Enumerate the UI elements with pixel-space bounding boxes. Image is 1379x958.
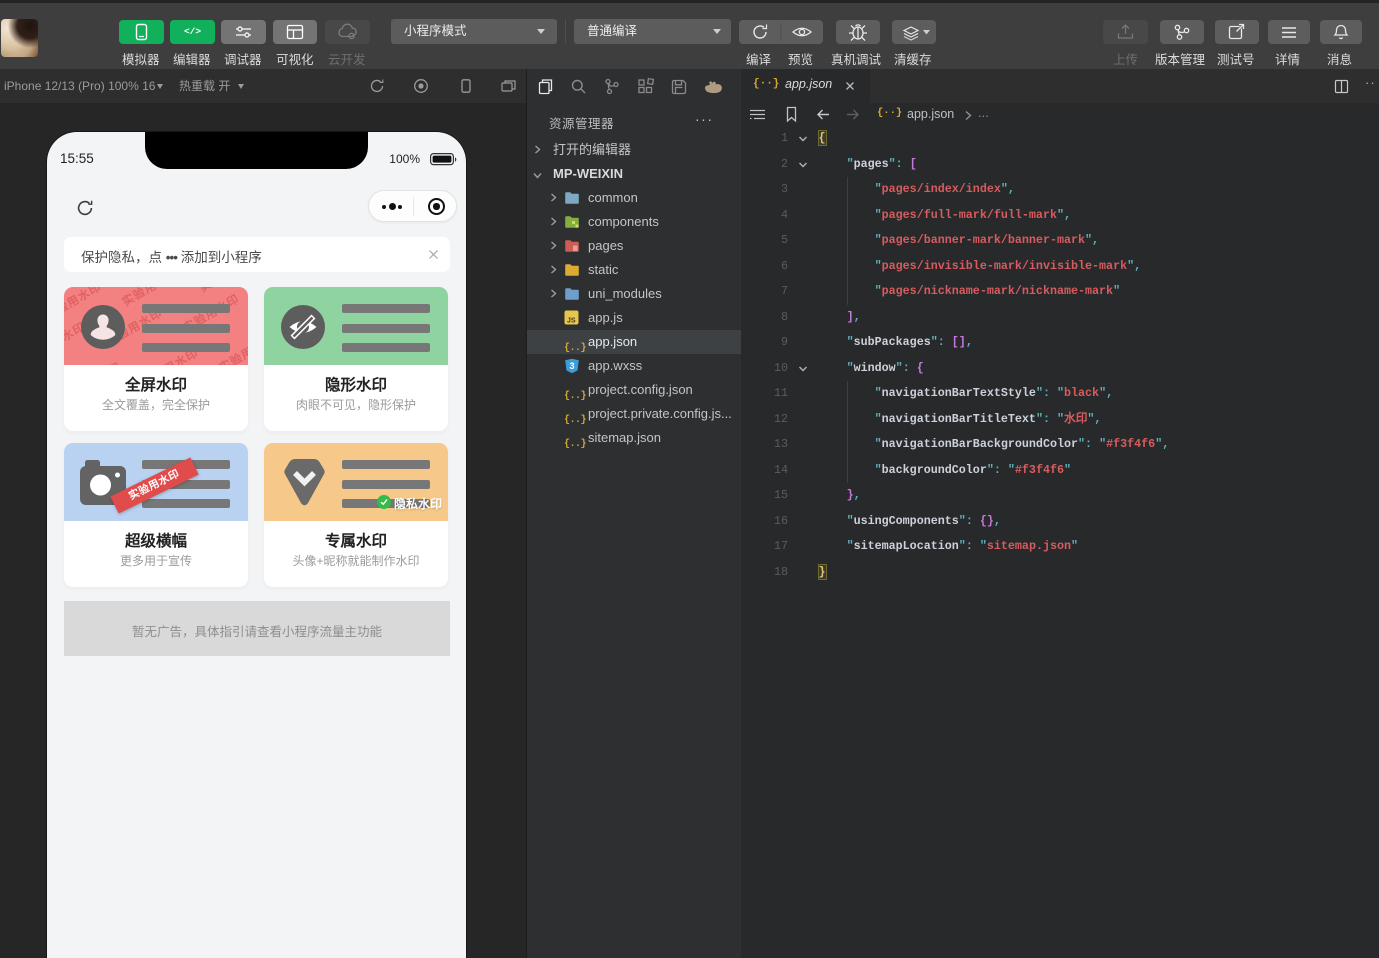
svg-text:JS: JS xyxy=(567,318,576,325)
svg-text:3: 3 xyxy=(569,361,574,372)
